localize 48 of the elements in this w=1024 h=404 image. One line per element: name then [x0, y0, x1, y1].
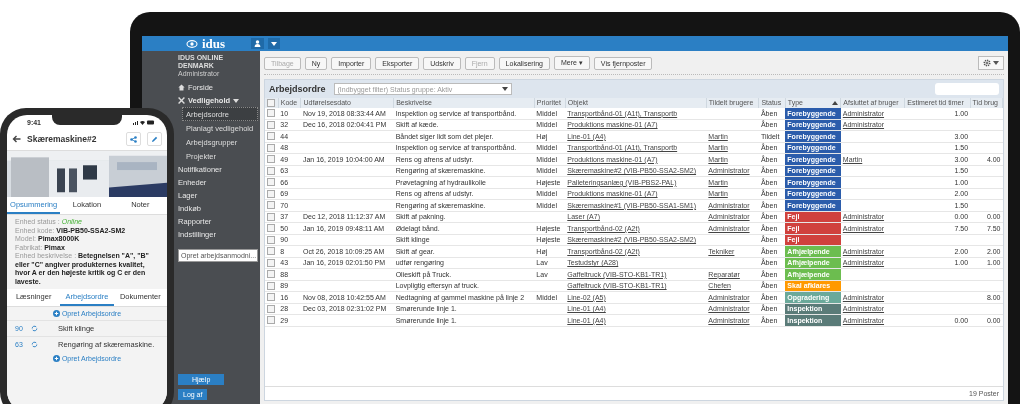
plus-circle-icon [52, 355, 60, 362]
caret-icon [993, 61, 999, 65]
row-checkbox[interactable] [267, 316, 275, 325]
refresh-icon [31, 325, 38, 332]
row-checkbox[interactable] [267, 224, 275, 233]
row-checkbox[interactable] [267, 109, 275, 118]
plus-circle-icon [52, 310, 60, 317]
screen-title: Skæremaskine#2 [27, 134, 98, 144]
edit-button[interactable] [147, 132, 162, 146]
row-checkbox[interactable] [267, 144, 275, 152]
row-checkbox[interactable] [267, 282, 275, 290]
tools-icon [178, 97, 185, 104]
menu-button[interactable] [268, 38, 281, 49]
row-checkbox[interactable] [267, 270, 275, 279]
row-checkbox[interactable] [267, 259, 275, 267]
logo: idus [202, 37, 226, 50]
user-button[interactable] [251, 38, 265, 49]
status-icons-drawing [133, 120, 155, 125]
select-all-checkbox[interactable] [267, 99, 275, 108]
share-icon [130, 135, 137, 143]
search-field[interactable] [935, 83, 999, 95]
settings-button[interactable] [978, 56, 1004, 70]
row-checkbox[interactable] [267, 132, 275, 141]
sort-icon [832, 101, 839, 106]
user-icon [254, 40, 262, 47]
row-checkbox[interactable] [267, 305, 275, 313]
row-checkbox[interactable] [267, 201, 275, 210]
back-arrow-icon[interactable] [12, 135, 21, 143]
row-checkbox[interactable] [267, 213, 275, 221]
row-checkbox[interactable] [267, 167, 275, 175]
share-button[interactable] [126, 132, 141, 146]
row-checkbox[interactable] [267, 178, 275, 187]
row-checkbox[interactable] [267, 155, 275, 164]
row-checkbox[interactable] [267, 247, 275, 256]
home-icon [178, 84, 185, 91]
logo-icon [186, 38, 198, 49]
row-checkbox[interactable] [267, 293, 275, 302]
phone-notch [52, 115, 122, 125]
panel-title: Arbejdsordre [269, 84, 326, 94]
caret-icon [271, 41, 278, 46]
pencil-icon [151, 135, 158, 143]
row-checkbox[interactable] [267, 236, 275, 244]
refresh-icon [31, 341, 38, 348]
row-checkbox[interactable] [267, 121, 275, 129]
settings-icon [983, 59, 991, 67]
caret-icon [233, 98, 240, 103]
row-checkbox[interactable] [267, 190, 275, 198]
caret-icon [501, 87, 508, 91]
